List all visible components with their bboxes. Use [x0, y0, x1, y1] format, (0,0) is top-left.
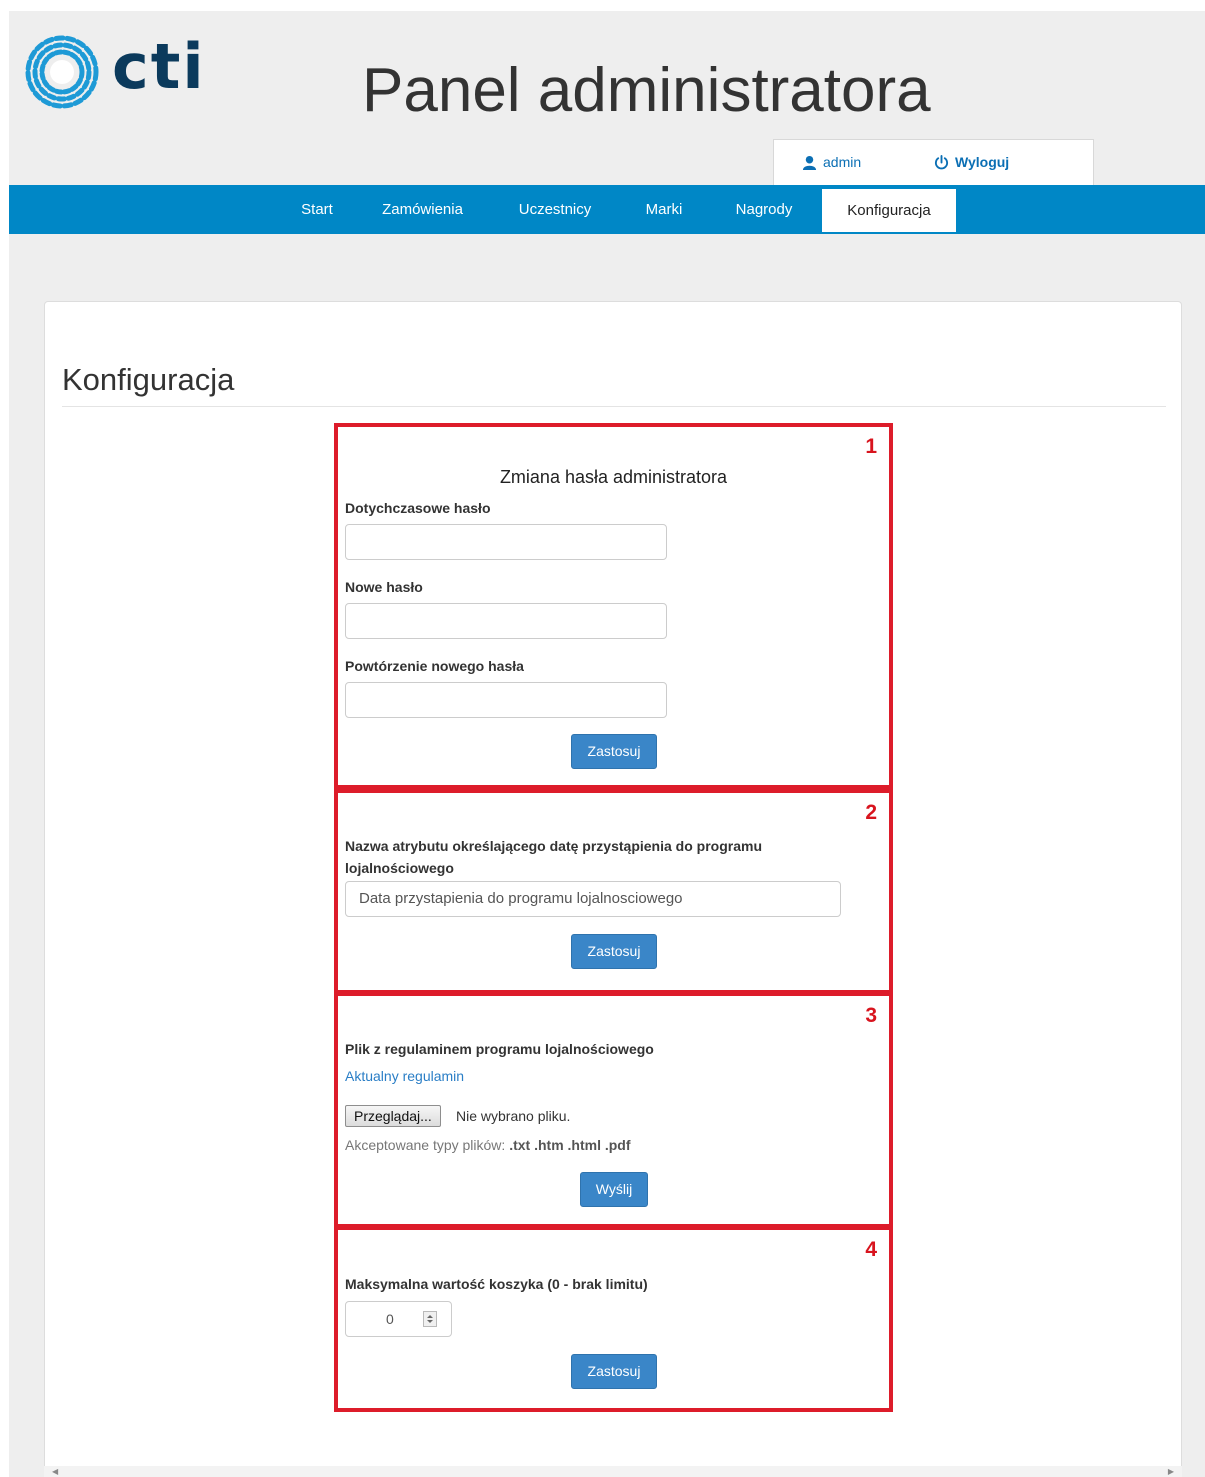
main-navbar: Start Zamówienia Uczestnicy Marki Nagrod… — [9, 185, 1205, 234]
nav-item-uczestnicy[interactable]: Uczestnicy — [505, 185, 605, 234]
title-divider — [62, 406, 1166, 407]
scroll-right-icon[interactable]: ▶ — [1168, 1466, 1174, 1477]
accepted-types-list: .txt .htm .html .pdf — [509, 1137, 631, 1153]
apply-attribute-button[interactable]: Zastosuj — [571, 934, 657, 969]
nav-item-zamowienia[interactable]: Zamówienia — [370, 185, 475, 234]
user-name: admin — [823, 154, 862, 170]
nav-item-konfiguracja[interactable]: Konfiguracja — [822, 189, 956, 232]
user-box: admin Wyloguj — [773, 139, 1094, 186]
section-number: 4 — [865, 1238, 877, 1261]
spinner-arrows-icon — [427, 1315, 433, 1323]
current-password-input[interactable] — [345, 524, 667, 560]
max-cart-value: 0 — [386, 1311, 394, 1327]
nav-item-nagrody[interactable]: Nagrody — [723, 185, 805, 234]
scroll-left-icon[interactable]: ◀ — [52, 1466, 58, 1477]
accepted-types-help: Akceptowane typy plików: .txt .htm .html… — [345, 1137, 631, 1153]
section-number: 2 — [865, 801, 877, 824]
current-regulations-link[interactable]: Aktualny regulamin — [345, 1068, 464, 1084]
section-max-cart-value: 4 Maksymalna wartość koszyka (0 - brak l… — [334, 1226, 893, 1412]
repeat-password-input[interactable] — [345, 682, 667, 718]
horizontal-scrollbar[interactable]: ◀ ▶ — [44, 1466, 1182, 1477]
current-password-label: Dotychczasowe hasło — [345, 500, 491, 516]
user-account-link[interactable]: admin — [802, 154, 861, 170]
nav-item-marki[interactable]: Marki — [633, 185, 695, 234]
apply-max-cart-button[interactable]: Zastosuj — [571, 1354, 657, 1389]
section-loyalty-attribute: 2 Nazwa atrybutu określającego datę przy… — [334, 789, 893, 994]
section-title: Zmiana hasła administratora — [499, 467, 728, 487]
logout-label: Wyloguj — [955, 154, 1010, 170]
app-title: Panel administratora — [362, 56, 931, 125]
max-cart-label: Maksymalna wartość koszyka (0 - brak lim… — [345, 1276, 648, 1292]
section-number: 1 — [865, 435, 877, 458]
new-password-label: Nowe hasło — [345, 579, 423, 595]
browse-file-button[interactable]: Przeglądaj... — [345, 1105, 441, 1127]
logo-text: cti — [112, 30, 206, 103]
number-spinner[interactable] — [423, 1311, 437, 1327]
attribute-name-input[interactable]: Data przystapienia do programu lojalnosc… — [345, 881, 841, 917]
regulations-file-label: Plik z regulaminem programu lojalnościow… — [345, 1041, 654, 1057]
section-regulations-file: 3 Plik z regulaminem programu lojalności… — [334, 992, 893, 1228]
logo-mark-icon — [25, 35, 99, 109]
repeat-password-label: Powtórzenie nowego hasła — [345, 658, 524, 674]
send-file-button[interactable]: Wyślij — [580, 1172, 648, 1207]
file-status-text: Nie wybrano pliku. — [456, 1108, 571, 1124]
accepted-types-prefix: Akceptowane typy plików: — [345, 1137, 506, 1153]
power-icon — [934, 154, 949, 170]
max-cart-input[interactable]: 0 — [345, 1301, 452, 1337]
user-icon — [802, 155, 817, 170]
logout-button[interactable]: Wyloguj — [934, 154, 1009, 170]
page-title: Konfiguracja — [62, 362, 235, 397]
attribute-label-line1: Nazwa atrybutu określającego datę przyst… — [345, 838, 762, 854]
section-number: 3 — [865, 1004, 877, 1027]
cti-logo[interactable]: cti — [22, 32, 222, 114]
nav-item-start[interactable]: Start — [286, 185, 348, 234]
apply-password-button[interactable]: Zastosuj — [571, 734, 657, 769]
attribute-label-line2: lojalnościowego — [345, 860, 454, 876]
new-password-input[interactable] — [345, 603, 667, 639]
section-password-change: 1 Zmiana hasła administratora Dotychczas… — [334, 423, 893, 789]
